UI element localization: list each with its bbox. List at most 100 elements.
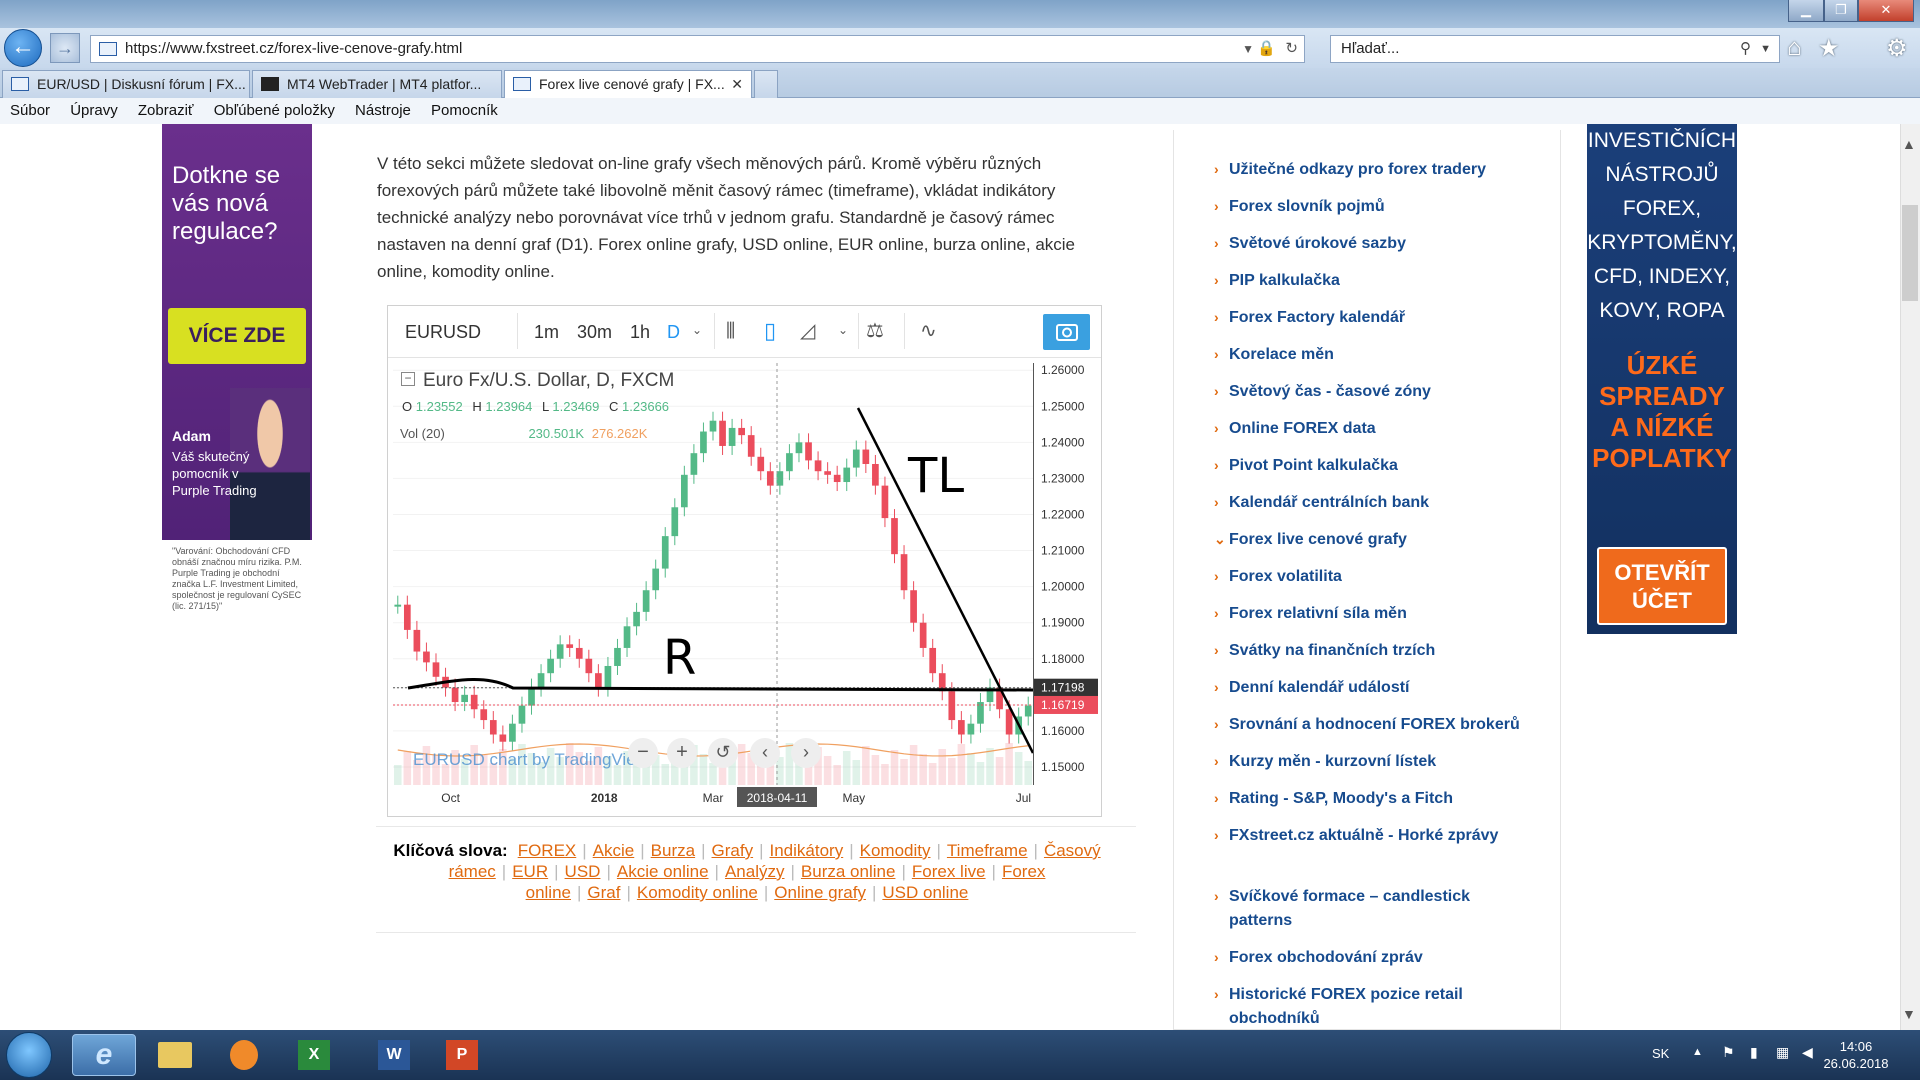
forward-button[interactable]: → xyxy=(50,33,80,63)
sidebar-link[interactable]: Denní kalendář událostí xyxy=(1229,676,1529,700)
keyword-link[interactable]: Akcie xyxy=(593,841,635,860)
scrollbar-thumb[interactable] xyxy=(1902,205,1918,301)
compare-icon[interactable]: ⚖ xyxy=(866,318,884,343)
sidebar-link[interactable]: Forex Factory kalendář xyxy=(1229,306,1529,330)
sidebar-link[interactable]: Kalendář centrálních bank xyxy=(1229,491,1529,515)
scroll-left-button[interactable]: ‹ xyxy=(750,738,780,768)
area-style-icon[interactable]: ◿ xyxy=(800,318,815,343)
taskbar-excel-icon[interactable]: X xyxy=(282,1034,346,1076)
scroll-right-button[interactable]: › xyxy=(791,738,821,768)
taskbar-powerpoint-icon[interactable]: P xyxy=(430,1034,494,1076)
chart-style-dropdown-icon[interactable]: ⌄ xyxy=(838,323,848,337)
keyword-link[interactable]: Akcie online xyxy=(617,862,709,881)
maximize-button[interactable]: ❐ xyxy=(1824,0,1858,22)
menu-edit[interactable]: Úpravy xyxy=(70,98,118,124)
sidebar-link[interactable]: Užitečné odkazy pro forex tradery xyxy=(1229,158,1529,182)
sidebar-link[interactable]: Forex volatilita xyxy=(1229,565,1529,589)
keyword-link[interactable]: FOREX xyxy=(518,841,577,860)
system-clock[interactable]: 14:06 26.06.2018 xyxy=(1820,1038,1892,1072)
minimize-button[interactable]: ▁ xyxy=(1788,0,1824,22)
snapshot-camera-button[interactable] xyxy=(1043,314,1090,350)
keyword-link[interactable]: USD xyxy=(565,862,601,881)
flag-icon[interactable]: ⚑ xyxy=(1722,1044,1735,1061)
menu-view[interactable]: Zobraziť xyxy=(138,98,194,124)
keyword-link[interactable]: Online grafy xyxy=(774,883,866,902)
menu-tools[interactable]: Nástroje xyxy=(355,98,411,124)
timeframe-d[interactable]: D xyxy=(667,322,680,343)
timeframe-1m[interactable]: 1m xyxy=(534,322,559,343)
sidebar-link[interactable]: Rating - S&P, Moody's a Fitch xyxy=(1229,787,1529,811)
start-button[interactable] xyxy=(6,1032,52,1078)
search-icon[interactable]: ⚲ xyxy=(1740,36,1751,62)
sidebar-link[interactable]: Forex live cenové grafy xyxy=(1229,528,1529,552)
sidebar-link[interactable]: Pivot Point kalkulačka xyxy=(1229,454,1529,478)
sidebar-link[interactable]: PIP kalkulačka xyxy=(1229,269,1529,293)
close-tab-icon[interactable]: ✕ xyxy=(731,71,743,97)
zoom-out-button[interactable]: − xyxy=(628,738,658,768)
sidebar-link[interactable]: Srovnání a hodnocení FOREX brokerů xyxy=(1229,713,1529,737)
back-button[interactable]: ← xyxy=(4,29,42,67)
bar-style-icon[interactable]: ⫴ xyxy=(726,318,735,344)
menu-file[interactable]: Súbor xyxy=(10,98,50,124)
taskbar-word-icon[interactable]: W xyxy=(362,1034,426,1076)
keyword-link[interactable]: USD online xyxy=(882,883,968,902)
sidebar-link[interactable]: Korelace měn xyxy=(1229,343,1529,367)
favorites-star-icon[interactable]: ★ xyxy=(1818,34,1840,63)
menu-favorites[interactable]: Obľúbené položky xyxy=(214,98,335,124)
price-axis[interactable]: 1.26000 1.25000 1.24000 1.23000 1.22000 1.210… xyxy=(1033,363,1098,785)
sidebar-link[interactable]: Online FOREX data xyxy=(1229,417,1529,441)
sidebar-link[interactable]: Forex slovník pojmů xyxy=(1229,195,1529,219)
close-window-button[interactable]: ✕ xyxy=(1858,0,1914,22)
chart-symbol[interactable]: EURUSD xyxy=(405,322,481,343)
sidebar-link[interactable]: Historické FOREX pozice retail obchodník… xyxy=(1229,983,1529,1031)
refresh-icon[interactable]: ↻ xyxy=(1285,36,1298,62)
keyword-link[interactable]: Burza online xyxy=(801,862,896,881)
keyword-link[interactable]: Analýzy xyxy=(725,862,785,881)
timeframe-dropdown-icon[interactable]: ⌄ xyxy=(692,323,702,337)
scroll-up-icon[interactable]: ▲ xyxy=(1902,136,1916,152)
keyword-link[interactable]: Grafy xyxy=(712,841,754,860)
volume-icon[interactable]: ◀ xyxy=(1802,1044,1813,1061)
taskbar-explorer-icon[interactable] xyxy=(142,1034,206,1076)
taskbar-mediaplayer-icon[interactable] xyxy=(212,1034,276,1076)
tab-mt4-webtrader[interactable]: MT4 WebTrader | MT4 platfor... xyxy=(252,70,502,98)
timeframe-30m[interactable]: 30m xyxy=(577,322,612,343)
home-icon[interactable]: ⌂ xyxy=(1787,34,1802,62)
indicators-icon[interactable]: ∿ xyxy=(920,318,937,343)
language-indicator[interactable]: SK xyxy=(1652,1046,1669,1061)
network-icon[interactable]: ▦ xyxy=(1776,1044,1789,1061)
new-tab-button[interactable] xyxy=(754,70,778,98)
candle-style-icon[interactable]: ▯ xyxy=(764,318,776,344)
sidebar-link[interactable]: Kurzy měn - kurzovní lístek xyxy=(1229,750,1529,774)
menu-help[interactable]: Pomocník xyxy=(431,98,498,124)
sidebar-link[interactable]: FXstreet.cz aktuálně - Horké zprávy xyxy=(1229,824,1529,848)
settings-gear-icon[interactable]: ⚙ xyxy=(1886,34,1908,63)
taskbar-ie-icon[interactable]: e xyxy=(72,1034,136,1076)
sidebar-link[interactable]: Světový čas - časové zóny xyxy=(1229,380,1529,404)
keyword-link[interactable]: Komodity online xyxy=(637,883,758,902)
left-ad-cta-button[interactable]: VÍCE ZDE xyxy=(168,308,306,364)
sidebar-link[interactable]: Svíčkové formace – candlestick patterns xyxy=(1229,885,1529,933)
keyword-link[interactable]: Komodity xyxy=(860,841,931,860)
tab-eurusd-forum[interactable]: EUR/USD | Diskusní fórum | FX... xyxy=(2,70,250,98)
keyword-link[interactable]: Burza xyxy=(651,841,695,860)
tradingview-watermark[interactable]: EURUSD chart by TradingView xyxy=(413,750,648,770)
keyword-link[interactable]: Indikátory xyxy=(770,841,844,860)
battery-icon[interactable]: ▮ xyxy=(1750,1044,1758,1061)
sidebar-link[interactable]: Svátky na finančních trzích xyxy=(1229,639,1529,663)
reset-chart-button[interactable]: ↺ xyxy=(708,738,738,768)
search-dropdown-icon[interactable]: ▼ xyxy=(1760,36,1771,62)
sidebar-link[interactable]: Forex relativní síla měn xyxy=(1229,602,1529,626)
right-ad-cta-button[interactable]: OTEVŘÍT ÚČET xyxy=(1597,547,1727,625)
tab-forex-live-grafy[interactable]: Forex live cenové grafy | FX... ✕ xyxy=(504,70,752,98)
dropdown-icon[interactable]: ▼ xyxy=(1242,36,1254,62)
timeframe-1h[interactable]: 1h xyxy=(630,322,650,343)
sidebar-link[interactable]: Světové úrokové sazby xyxy=(1229,232,1529,256)
keyword-link[interactable]: Forex live xyxy=(912,862,986,881)
url-input[interactable]: https://www.fxstreet.cz/forex-live-cenov… xyxy=(90,35,1305,63)
show-hidden-icons[interactable]: ▲ xyxy=(1692,1046,1703,1058)
scroll-down-icon[interactable]: ▼ xyxy=(1902,1006,1916,1022)
collapse-legend-icon[interactable]: − xyxy=(401,372,415,386)
keyword-link[interactable]: Graf xyxy=(587,883,620,902)
keyword-link[interactable]: Timeframe xyxy=(947,841,1028,860)
